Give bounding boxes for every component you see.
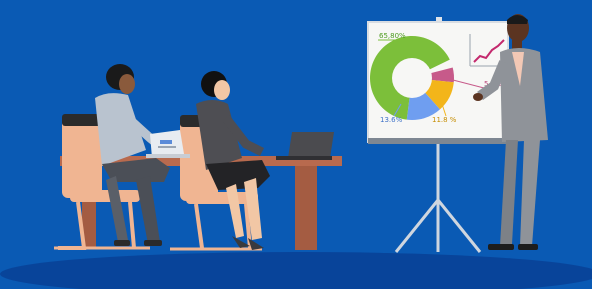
label-green: 65,80% bbox=[379, 32, 406, 40]
label-yellow: 11.8 % bbox=[432, 116, 457, 124]
whiteboard: 65,80% 13.6% 11.8 % 5.6% bbox=[367, 21, 509, 144]
donut-hole bbox=[392, 58, 432, 98]
label-blue: 13.6% bbox=[380, 116, 403, 124]
